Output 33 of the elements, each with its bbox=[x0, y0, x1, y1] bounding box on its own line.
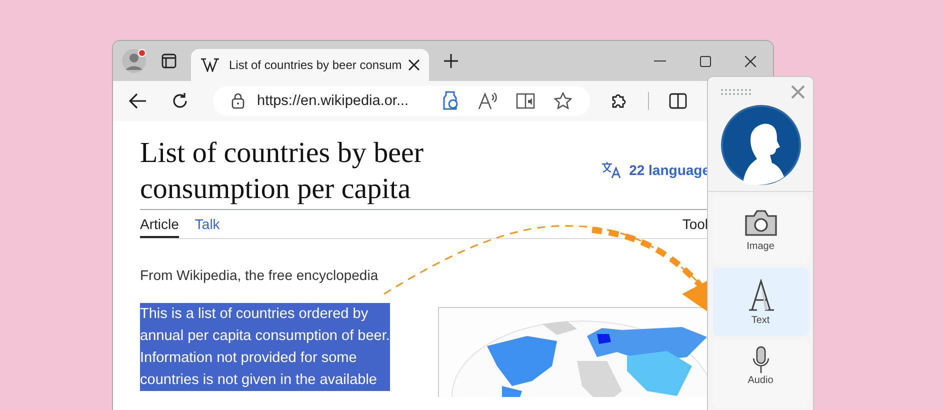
avatar-icon bbox=[720, 105, 800, 185]
star-icon[interactable] bbox=[554, 92, 572, 110]
puzzle-icon[interactable] bbox=[610, 92, 628, 110]
new-tab-icon[interactable] bbox=[443, 53, 459, 69]
reader-view-icon[interactable] bbox=[516, 92, 536, 110]
tools-menu[interactable]: Tool bbox=[682, 210, 708, 238]
text-button[interactable]: Text bbox=[712, 268, 808, 336]
close-icon[interactable] bbox=[745, 56, 756, 66]
article-tab[interactable]: Talk bbox=[194, 210, 220, 238]
article-tab[interactable]: Article bbox=[140, 210, 179, 238]
article-title: List of countries by beer consumption per capita bbox=[140, 136, 424, 207]
url-text: https://en.wikipedia.or... bbox=[257, 93, 410, 109]
maximize-icon[interactable] bbox=[700, 56, 711, 66]
camera-icon bbox=[744, 208, 778, 236]
microphone-icon bbox=[752, 346, 770, 374]
refresh-icon[interactable] bbox=[171, 92, 189, 110]
close-tab-icon[interactable] bbox=[408, 59, 420, 71]
intro-paragraph: This is a list of countries ordered by annual per capita consumption of beer. Information not provided for some countries is not given in the available bbox=[140, 303, 390, 391]
back-icon[interactable] bbox=[129, 93, 147, 109]
drag-handle-icon[interactable] bbox=[720, 88, 754, 96]
browser-tab[interactable]: List of countries by beer consum bbox=[191, 49, 429, 81]
address-bar[interactable]: https://en.wikipedia.or... bbox=[213, 86, 590, 116]
app-jar-icon[interactable] bbox=[442, 91, 460, 111]
wikipedia-w-icon bbox=[201, 58, 219, 72]
tab-actions-icon[interactable] bbox=[161, 53, 177, 69]
languages-link[interactable]: 22 language bbox=[601, 161, 710, 179]
lock-icon[interactable] bbox=[231, 93, 245, 109]
translate-icon bbox=[601, 161, 624, 179]
read-aloud-icon[interactable] bbox=[478, 92, 498, 110]
minimize-icon[interactable] bbox=[654, 60, 666, 62]
tagline: From Wikipedia, the free encyclopedia bbox=[140, 267, 380, 283]
split-screen-icon[interactable] bbox=[669, 93, 687, 109]
profile-icon[interactable] bbox=[121, 48, 147, 74]
